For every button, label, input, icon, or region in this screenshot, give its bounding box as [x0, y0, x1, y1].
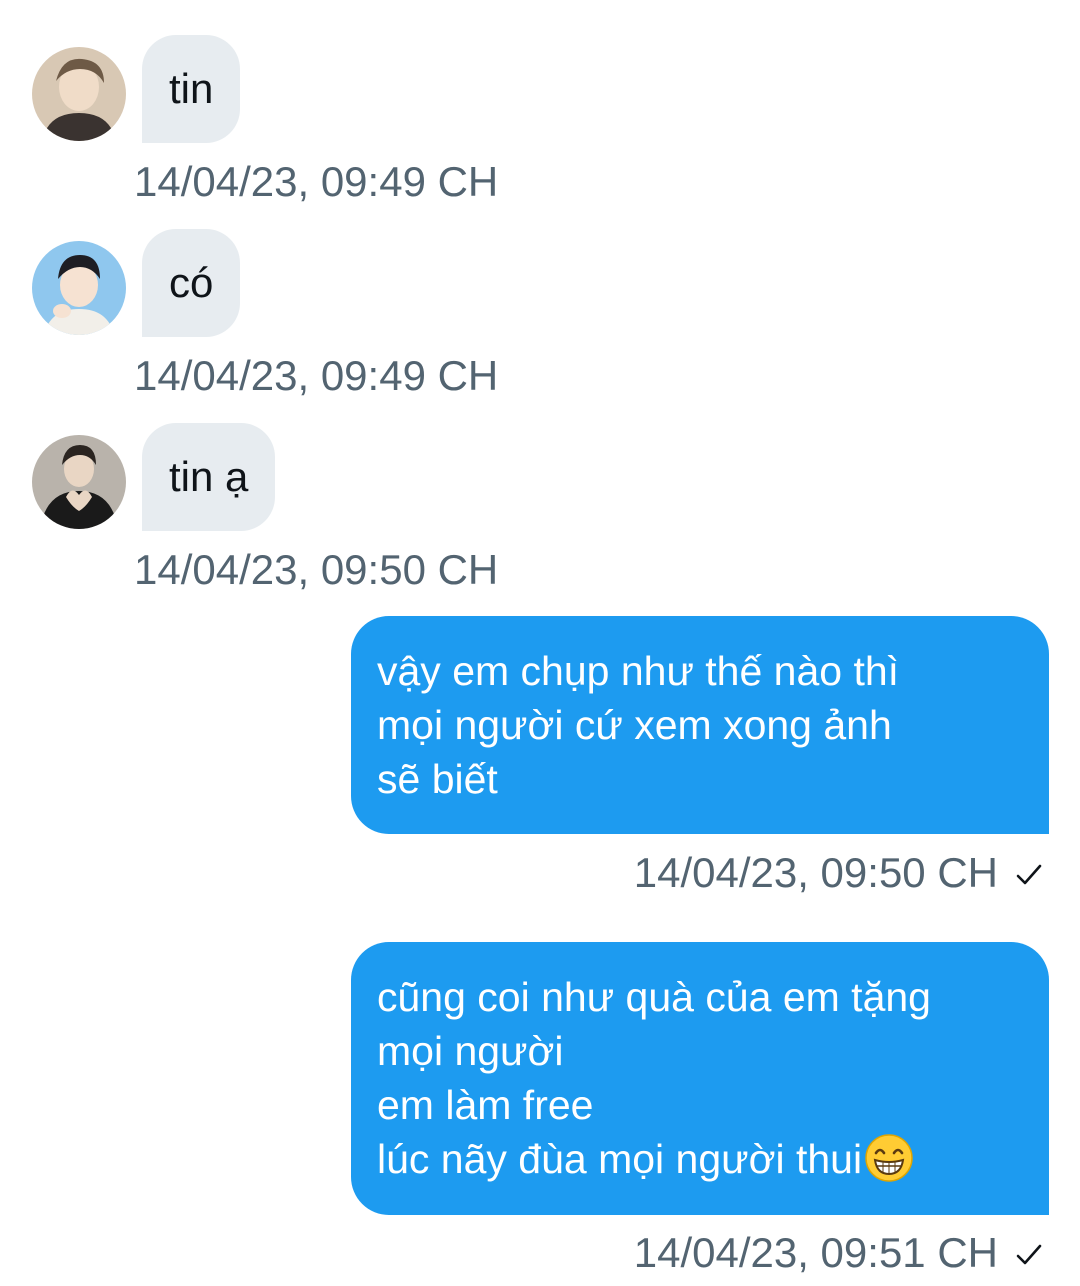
message-text-line: em làm free — [377, 1082, 594, 1128]
message-text-line: vậy em chụp như thế nào thì — [377, 648, 900, 694]
message-bubble-outgoing[interactable]: vậy em chụp như thế nào thì mọi người cứ… — [351, 616, 1049, 834]
message-text: tin ạ — [169, 453, 249, 500]
message-timestamp: 14/04/23, 09:50 CH — [134, 546, 499, 593]
message-text-line: lúc nãy đùa mọi người thui — [377, 1136, 863, 1182]
message-timestamp: 14/04/23, 09:49 CH — [134, 352, 499, 399]
message-bubble-outgoing[interactable]: cũng coi như quà của em tặng mọi người e… — [351, 942, 1049, 1215]
check-icon — [1014, 1240, 1044, 1270]
message-timestamp: 14/04/23, 09:51 CH — [633, 1229, 998, 1276]
check-icon — [1014, 860, 1044, 890]
message-bubble-incoming[interactable]: tin — [142, 35, 241, 143]
avatar[interactable] — [32, 241, 126, 335]
message-bubble-incoming[interactable]: tin ạ — [142, 423, 276, 531]
message-timestamp: 14/04/23, 09:49 CH — [134, 158, 499, 205]
message-text: tin — [169, 65, 214, 112]
avatar[interactable] — [32, 435, 126, 529]
message-text-line: mọi người — [377, 1028, 564, 1074]
grinning-face-emoji-icon — [864, 1133, 914, 1183]
message-bubble-incoming[interactable]: có — [142, 229, 241, 337]
message-text-line-with-emoji: lúc nãy đùa mọi người thui — [377, 1132, 1023, 1186]
message-text: có — [169, 259, 214, 306]
message-text-line: cũng coi như quà của em tặng — [377, 974, 931, 1020]
message-text-line: mọi người cứ xem xong ảnh — [377, 702, 892, 748]
message-timestamp: 14/04/23, 09:50 CH — [633, 849, 998, 896]
avatar[interactable] — [32, 47, 126, 141]
message-text-line: sẽ biết — [377, 756, 498, 802]
